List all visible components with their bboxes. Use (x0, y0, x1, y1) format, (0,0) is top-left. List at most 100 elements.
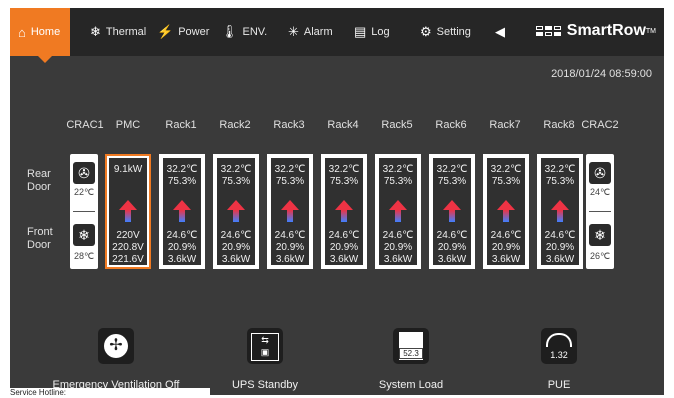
rack-power: 3.6kW (491, 254, 521, 265)
rack-panel: 32.2℃ 75.3% 24.6℃ 20.9% 3.6kW (217, 158, 255, 265)
tab-label: Setting (436, 26, 471, 38)
airflow-arrow-icon (497, 200, 515, 222)
tab-label: Power (178, 26, 210, 38)
tab-alarm[interactable]: ✳ Alarm (288, 8, 333, 56)
rack-rear-humidity: 75.3% (221, 176, 251, 187)
gear-icon: ⚙ (420, 24, 432, 39)
rack-panel: 32.2℃ 75.3% 24.6℃ 20.9% 3.6kW (163, 158, 201, 265)
pue-value: 1.32 (550, 350, 568, 360)
rack-6-unit[interactable]: 32.2℃ 75.3% 24.6℃ 20.9% 3.6kW (429, 154, 475, 269)
rack-front-temp: 24.6℃ (436, 230, 468, 241)
pmc-unit[interactable]: 9.1kW 220V 220.8V 221.6V (105, 154, 151, 269)
rack-front-humidity: 20.9% (545, 242, 575, 253)
airflow-arrow-icon (335, 200, 353, 222)
rack-5-unit[interactable]: 32.2℃ 75.3% 24.6℃ 20.9% 3.6kW (375, 154, 421, 269)
brand-tm: TM (645, 27, 656, 35)
col-label-rack4: Rack4 (327, 119, 359, 131)
speedometer-icon[interactable]: 1.32 (541, 328, 577, 364)
snowflake-icon: ❄ (73, 224, 95, 246)
rack-front-temp: 24.6℃ (544, 230, 576, 241)
rack-front-temp: 24.6℃ (220, 230, 252, 241)
top-nav-bar: ⌂ Home ❄ Thermal ⚡ Power 🌡 ENV. ✳ Alarm … (10, 8, 664, 63)
rack-7-unit[interactable]: 32.2℃ 75.3% 24.6℃ 20.9% 3.6kW (483, 154, 529, 269)
rack-rear-humidity: 75.3% (275, 176, 305, 187)
col-label-rack2: Rack2 (219, 119, 251, 131)
crac2-front-temp: 26℃ (589, 251, 611, 261)
airflow-arrow-icon (389, 200, 407, 222)
rack-rear-humidity: 75.3% (491, 176, 521, 187)
divider (589, 211, 611, 212)
crac2-unit[interactable]: ✇ 24℃ ❄ 26℃ (586, 154, 614, 269)
rack-front-temp: 24.6℃ (382, 230, 414, 241)
fan-icon: ✇ (73, 162, 95, 184)
rack-3-unit[interactable]: 32.2℃ 75.3% 24.6℃ 20.9% 3.6kW (267, 154, 313, 269)
tab-env[interactable]: 🌡 ENV. (221, 8, 267, 56)
rack-rear-humidity: 75.3% (545, 176, 575, 187)
rack-rear-temp: 32.2℃ (328, 164, 360, 175)
rack-front-humidity: 20.9% (275, 242, 305, 253)
col-label-crac2: CRAC2 (581, 119, 619, 131)
speaker-icon: ◀ (495, 24, 505, 39)
rack-8-unit[interactable]: 32.2℃ 75.3% 24.6℃ 20.9% 3.6kW (537, 154, 583, 269)
airflow-arrow-icon (443, 200, 461, 222)
rack-power: 3.6kW (383, 254, 413, 265)
rack-rear-humidity: 75.3% (167, 176, 197, 187)
snowflake-icon: ❄ (90, 24, 101, 39)
rack-panel: 32.2℃ 75.3% 24.6℃ 20.9% 3.6kW (433, 158, 471, 265)
rack-rear-temp: 32.2℃ (166, 164, 198, 175)
rack-front-temp: 24.6℃ (274, 230, 306, 241)
rack-panel: 32.2℃ 75.3% 24.6℃ 20.9% 3.6kW (487, 158, 525, 265)
tab-sound[interactable]: ◀ (495, 8, 510, 56)
rack-front-humidity: 20.9% (329, 242, 359, 253)
rack-front-temp: 24.6℃ (328, 230, 360, 241)
tab-label: Alarm (303, 26, 333, 38)
col-label-pmc: PMC (115, 119, 141, 131)
rack-rear-temp: 32.2℃ (382, 164, 414, 175)
rack-front-temp: 24.6℃ (490, 230, 522, 241)
home-icon: ⌂ (18, 24, 26, 40)
pmc-voltage-3: 221.6V (112, 254, 144, 265)
tab-thermal[interactable]: ❄ Thermal (90, 8, 146, 56)
crac1-front-temp: 28℃ (73, 251, 95, 261)
alarm-light-icon: ✳ (288, 24, 299, 39)
col-label-rack1: Rack1 (165, 119, 197, 131)
rack-front-humidity: 20.9% (491, 242, 521, 253)
col-label-rack6: Rack6 (435, 119, 467, 131)
ups-icon[interactable]: ⇆ ▣ (247, 328, 283, 364)
gauge-box-icon[interactable]: 52.3 (393, 328, 429, 364)
rack-rear-humidity: 75.3% (329, 176, 359, 187)
airflow-arrow-icon (551, 200, 569, 222)
snowflake-icon: ❄ (589, 224, 611, 246)
brand-logo: SmartRow TM (535, 22, 656, 40)
rack-panel: 32.2℃ 75.3% 24.6℃ 20.9% 3.6kW (541, 158, 579, 265)
brand-name: SmartRow (566, 22, 646, 39)
tab-home[interactable]: ⌂ Home (10, 8, 71, 63)
tab-log[interactable]: ▤ Log (354, 8, 390, 56)
rack-4-unit[interactable]: 32.2℃ 75.3% 24.6℃ 20.9% 3.6kW (321, 154, 367, 269)
tab-power[interactable]: ⚡ Power (157, 8, 209, 56)
tab-label: Log (371, 26, 390, 38)
col-label-rack3: Rack3 (273, 119, 305, 131)
rack-power: 3.6kW (437, 254, 467, 265)
tab-setting[interactable]: ⚙ Setting (420, 8, 471, 56)
plug-icon: ⚡ (157, 24, 174, 39)
rack-power: 3.6kW (275, 254, 305, 265)
pmc-voltage-2: 220.8V (112, 242, 144, 253)
pmc-power: 9.1kW (113, 164, 143, 175)
crac1-rear-temp: 22℃ (73, 187, 95, 197)
brand-grid-icon (535, 26, 561, 36)
rack-front-humidity: 20.9% (437, 242, 467, 253)
rack-2-unit[interactable]: 32.2℃ 75.3% 24.6℃ 20.9% 3.6kW (213, 154, 259, 269)
pmc-voltage-1: 220V (116, 230, 140, 241)
rack-rear-temp: 32.2℃ (274, 164, 306, 175)
rack-1-unit[interactable]: 32.2℃ 75.3% 24.6℃ 20.9% 3.6kW (159, 154, 205, 269)
pue-label: PUE (547, 379, 571, 391)
rack-rear-temp: 32.2℃ (544, 164, 576, 175)
crac2-rear-temp: 24℃ (589, 187, 611, 197)
crac1-unit[interactable]: ✇ 22℃ ❄ 28℃ (70, 154, 98, 269)
rear-door-label: Rear Door (27, 168, 51, 193)
log-icon: ▤ (354, 24, 367, 39)
airflow-arrow-icon (119, 200, 137, 222)
fan-icon[interactable]: ✢ (98, 328, 134, 364)
rack-panel: 32.2℃ 75.3% 24.6℃ 20.9% 3.6kW (271, 158, 309, 265)
